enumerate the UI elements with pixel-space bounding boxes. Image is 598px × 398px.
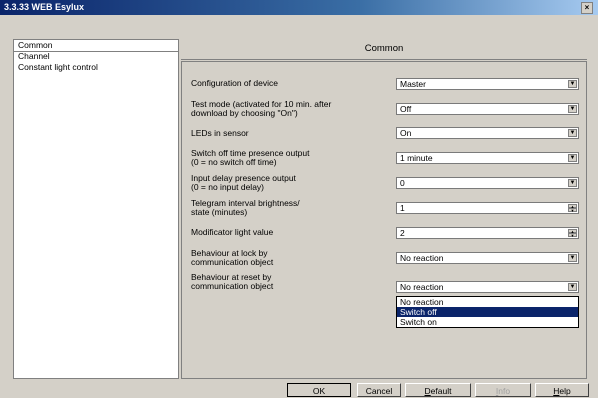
chevron-down-icon[interactable]: ▼ — [568, 179, 577, 187]
chevron-down-icon[interactable]: ▼ — [568, 105, 577, 113]
parameter-panel: Configuration of device Master ▼ Test mod… — [181, 61, 587, 379]
param-label-telegram-interval: Telegram interval brightness/ state (min… — [191, 198, 300, 217]
sidebar-item-common[interactable]: Common — [14, 40, 178, 51]
configuration-dropdown[interactable]: Master ▼ — [396, 78, 579, 90]
cancel-button[interactable]: Cancel — [357, 383, 401, 397]
title-bar: 3.3.33 WEB Esylux × — [0, 0, 598, 15]
param-label-configuration: Configuration of device — [191, 78, 278, 88]
modificator-spinner[interactable]: 2 ▲ ▼ — [396, 227, 579, 239]
button-bar: OK Cancel Default Info Help — [1, 383, 597, 397]
default-button[interactable]: Default — [405, 383, 471, 397]
selection-divider — [14, 51, 178, 52]
header-divider — [181, 59, 587, 60]
ok-button[interactable]: OK — [287, 383, 351, 397]
sidebar-item-channel[interactable]: Channel — [14, 51, 178, 62]
chevron-down-icon[interactable]: ▼ — [568, 154, 577, 162]
page-title: Common — [181, 39, 587, 59]
param-label-behaviour-lock: Behaviour at lock by communication objec… — [191, 248, 274, 267]
dropdown-option-switch-off[interactable]: Switch off — [397, 307, 578, 317]
leds-dropdown[interactable]: On ▼ — [396, 127, 579, 139]
window-title: 3.3.33 WEB Esylux — [4, 2, 85, 12]
behaviour-reset-options: No reaction Switch off Switch on — [396, 296, 579, 328]
close-icon[interactable]: × — [581, 2, 593, 14]
telegram-interval-spinner[interactable]: 1 ▲ ▼ — [396, 202, 579, 214]
param-label-test-mode: Test mode (activated for 10 min. after d… — [191, 99, 332, 118]
info-button: Info — [475, 383, 531, 397]
chevron-down-icon[interactable]: ▼ — [568, 80, 577, 88]
param-label-leds: LEDs in sensor — [191, 128, 249, 138]
chevron-down-icon[interactable]: ▼ — [568, 254, 577, 262]
dropdown-option-switch-on[interactable]: Switch on — [397, 317, 578, 327]
test-mode-dropdown[interactable]: Off ▼ — [396, 103, 579, 115]
sidebar-item-constant-light-control[interactable]: Constant light control — [14, 62, 178, 73]
spin-down-icon[interactable]: ▼ — [568, 208, 577, 213]
help-button[interactable]: Help — [535, 383, 589, 397]
dropdown-option-no-reaction[interactable]: No reaction — [397, 297, 578, 307]
dialog-window: Common Channel Constant light control Co… — [1, 15, 597, 397]
param-label-behaviour-reset: Behaviour at reset by communication obje… — [191, 272, 274, 291]
param-label-switch-off-time: Switch off time presence output (0 = no … — [191, 148, 310, 167]
input-delay-dropdown[interactable]: 0 ▼ — [396, 177, 579, 189]
behaviour-lock-dropdown[interactable]: No reaction ▼ — [396, 252, 579, 264]
switch-off-time-dropdown[interactable]: 1 minute ▼ — [396, 152, 579, 164]
chevron-down-icon[interactable]: ▼ — [568, 283, 577, 291]
spin-down-icon[interactable]: ▼ — [568, 233, 577, 238]
sidebar-tree: Common Channel Constant light control — [13, 39, 179, 379]
param-label-input-delay: Input delay presence output (0 = no inpu… — [191, 173, 296, 192]
param-label-modificator: Modificator light value — [191, 227, 274, 237]
chevron-down-icon[interactable]: ▼ — [568, 129, 577, 137]
behaviour-reset-dropdown[interactable]: No reaction ▼ — [396, 281, 579, 293]
